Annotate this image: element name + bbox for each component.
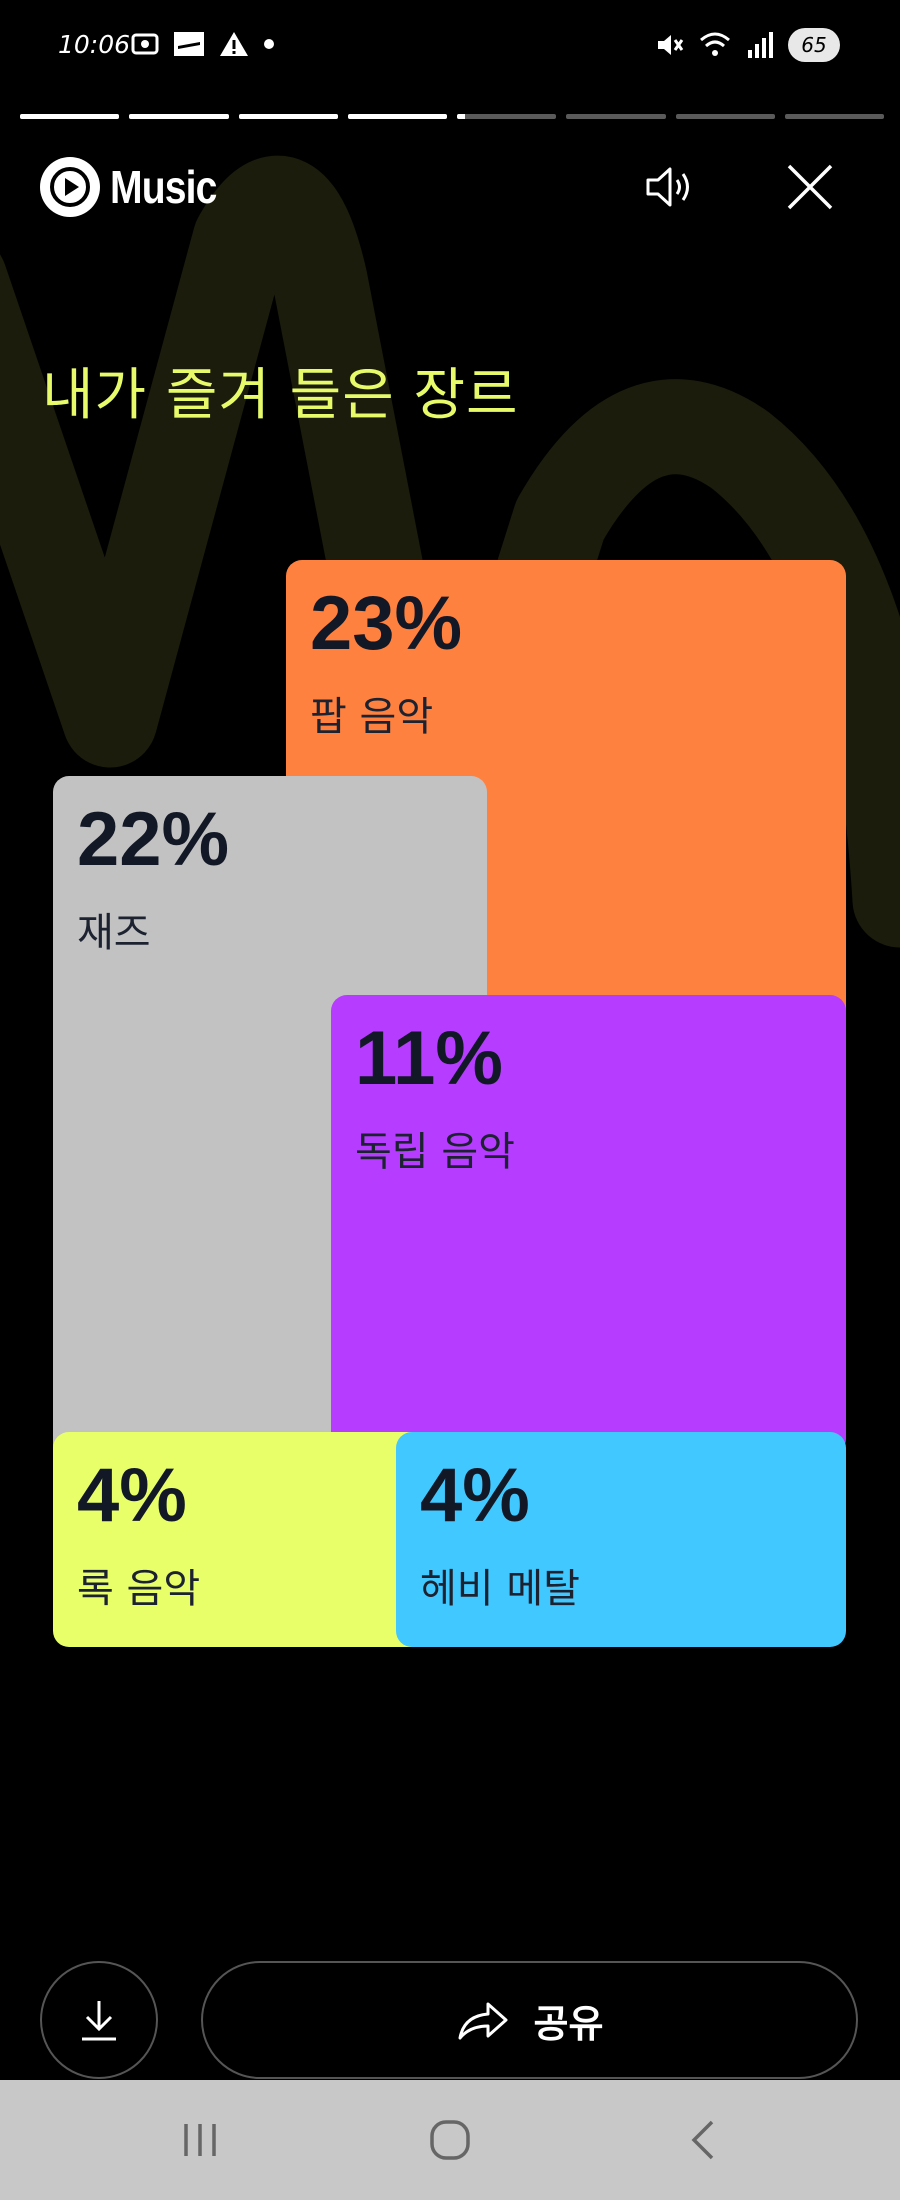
genre-percent: 4% [420,1453,530,1538]
genre-percent: 4% [77,1453,187,1538]
progress-fill [238,114,338,119]
progress-segment [457,114,557,119]
genre-name: 록 음악 [77,1566,201,1612]
progress-segment [347,114,447,119]
sound-button[interactable] [642,160,696,218]
battery-indicator: 65 [788,28,840,62]
speaker-icon [646,167,689,207]
progress-segment [238,114,338,119]
app-name: Music [110,161,217,213]
wifi-icon [700,32,730,56]
progress-segment [129,114,229,119]
progress-fill [129,114,229,119]
genre-percent: 22% [77,797,230,882]
share-arrow-icon [458,2002,508,2040]
status-time: 10:06 [58,30,131,59]
progress-fill [347,114,447,119]
share-button[interactable]: 공유 [201,1961,858,2079]
recents-icon[interactable] [178,2118,222,2162]
youtube-music-logo: Music [40,157,235,217]
progress-segment [675,114,775,119]
genre-name: 팝 음악 [310,694,434,740]
warning-icon [220,32,248,56]
back-icon[interactable] [682,2118,726,2162]
signal-icon [748,32,773,58]
story-progress-bar [20,114,884,119]
genre-percent: 11% [355,1016,503,1101]
dot-icon [264,39,274,49]
genre-card-rock: 4% 록 음악 [53,1432,453,1647]
progress-fill [457,114,465,119]
genre-name: 재즈 [77,910,151,956]
close-icon [787,164,833,210]
status-system-icons: 65 [654,28,840,62]
mute-icon [658,35,684,55]
home-icon[interactable] [428,2118,472,2162]
genre-name: 독립 음악 [355,1129,515,1175]
play-icon [40,157,100,217]
download-button[interactable] [40,1961,158,2079]
close-button[interactable] [783,160,837,218]
genre-percent: 23% [310,581,463,666]
progress-segment [20,114,120,119]
system-navigation-bar [0,2080,900,2200]
status-notification-icons [130,30,276,58]
page-title: 내가 즐겨 들은 장르 [42,363,519,428]
genre-card-heavy-metal: 4% 헤비 메탈 [396,1432,846,1647]
screenshot-icon [131,33,159,55]
progress-segment [566,114,666,119]
airplane-icon [174,32,204,56]
genre-name: 헤비 메탈 [420,1566,580,1612]
download-icon [82,2001,116,2041]
genre-card-indie: 11% 독립 음악 [331,995,846,1455]
progress-segment [784,114,884,119]
share-label: 공유 [533,2001,604,2046]
progress-fill [20,114,120,119]
